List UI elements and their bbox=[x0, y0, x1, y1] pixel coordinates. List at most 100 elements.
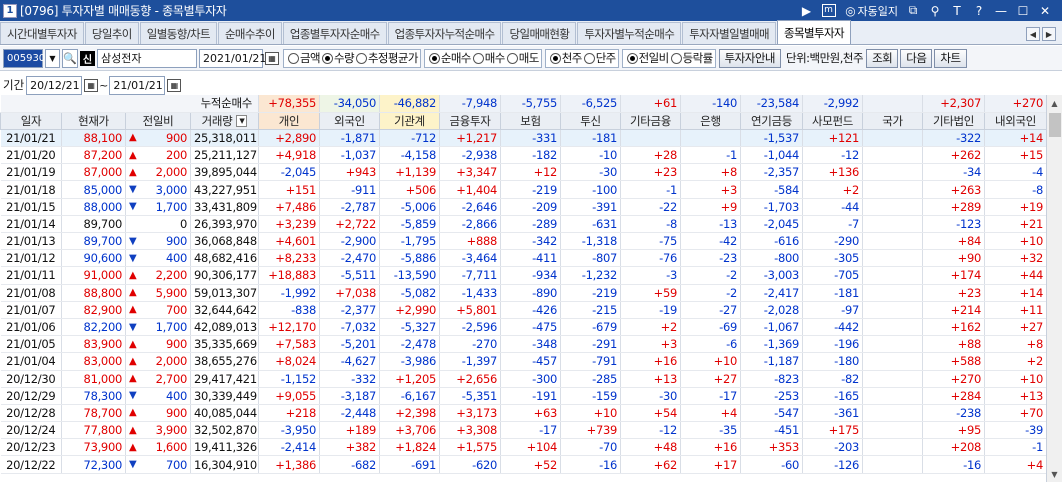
tab-2[interactable]: 당일추이 bbox=[84, 22, 139, 44]
radio-circle-icon bbox=[670, 52, 682, 64]
table-row[interactable]: 21/01/07 82,900 ▲ 700 32,644,642 -838 -2,377 +2… bbox=[0, 301, 1048, 319]
next-button[interactable]: 다음 bbox=[900, 48, 933, 68]
radio-radio3-1[interactable]: 단주 bbox=[582, 50, 616, 66]
tab-1[interactable]: 시간대별투자자 bbox=[0, 22, 84, 44]
table-row[interactable]: 21/01/12 90,600 ▼ 400 48,682,416 +8,233 -2,470… bbox=[0, 249, 1048, 268]
table-row[interactable]: 20/12/22 72,300 ▼ 700 16,304,910 +1,386 -682 -6… bbox=[0, 455, 1048, 474]
table-row[interactable]: 20/12/29 78,300 ▼ 400 30,339,449 +9,055 -3,187… bbox=[0, 387, 1048, 405]
investor-value-cell bbox=[862, 438, 924, 457]
font-size-icon[interactable]: T bbox=[950, 4, 964, 18]
table-row[interactable]: 21/01/13 89,700 ▼ 900 36,068,848 +4,601 -2,900… bbox=[0, 232, 1048, 251]
column-header[interactable]: 기타법인 bbox=[922, 111, 986, 130]
tab-10[interactable]: 종목별투자자 bbox=[777, 20, 851, 44]
column-header[interactable]: 현재가 bbox=[61, 111, 126, 130]
table-row[interactable]: 21/01/15 88,000 ▼ 1,700 33,431,809 +7,486 -2,7… bbox=[0, 198, 1048, 216]
table-row[interactable]: 21/01/08 88,800 ▲ 5,900 59,013,307 -1,992 +7,0… bbox=[0, 284, 1048, 302]
investor-value-cell: -457 bbox=[500, 352, 562, 371]
investor-value-cell: -475 bbox=[500, 318, 562, 337]
investor-guide-button[interactable]: 투자자안내 bbox=[718, 48, 781, 68]
date-input[interactable]: 2021/01/21 bbox=[199, 48, 266, 68]
chart-button[interactable]: 차트 bbox=[934, 48, 967, 68]
column-header[interactable]: 개인 bbox=[258, 111, 321, 130]
column-header[interactable]: 투신 bbox=[560, 111, 622, 130]
price-cell: 91,000 bbox=[61, 266, 126, 285]
column-header[interactable]: 금융투자 bbox=[439, 111, 502, 130]
help-icon[interactable]: ? bbox=[972, 4, 986, 18]
stock-name-field[interactable]: 삼성전자 bbox=[97, 48, 197, 68]
table-row[interactable]: 20/12/24 77,800 ▲ 3,900 32,502,870 -3,950 +189… bbox=[0, 421, 1048, 440]
table-row[interactable]: 20/12/23 73,900 ▲ 1,600 19,411,326 -2,414 +382… bbox=[0, 438, 1048, 457]
investor-value-cell: -2,938 bbox=[439, 146, 502, 165]
radio-radio2-2[interactable]: 매도 bbox=[505, 50, 539, 66]
to-calendar-icon[interactable]: ▦ bbox=[167, 78, 182, 92]
tab-6[interactable]: 업종투자자누적순매수 bbox=[387, 22, 502, 44]
column-header[interactable]: 사모펀드 bbox=[802, 111, 864, 130]
investor-value-cell: +88 bbox=[922, 335, 986, 354]
table-row[interactable]: 21/01/05 83,900 ▲ 900 35,335,669 +7,583 -5,201… bbox=[0, 335, 1048, 354]
column-header[interactable]: 외국인 bbox=[319, 111, 381, 130]
scroll-down-icon[interactable]: ▼ bbox=[1047, 466, 1062, 482]
radio-radio4-0[interactable]: 전일비 bbox=[625, 50, 669, 66]
column-header[interactable]: 기타금융 bbox=[620, 111, 682, 130]
table-row[interactable]: 21/01/14 89,700 0 26,393,970 +3,239 +2,722 -5,… bbox=[0, 215, 1048, 234]
volume-cell: 26,393,970 bbox=[190, 215, 260, 234]
scroll-thumb[interactable] bbox=[1049, 113, 1061, 137]
arrow-right-icon[interactable]: ▶ bbox=[800, 4, 814, 18]
column-header[interactable]: 국가 bbox=[862, 111, 924, 130]
column-header[interactable]: 거래량 ▼ bbox=[189, 111, 260, 130]
tab-8[interactable]: 투자자별누적순매수 bbox=[577, 22, 682, 44]
column-header[interactable]: 은행 bbox=[680, 111, 742, 130]
table-row[interactable]: 21/01/20 87,200 ▲ 200 25,211,127 +4,918 -1,037… bbox=[0, 146, 1048, 165]
table-row[interactable]: 21/01/21 88,100 ▲ 900 25,318,011 +2,890 -1,871… bbox=[0, 129, 1048, 148]
radio-radio2-1[interactable]: 매수 bbox=[471, 50, 505, 66]
radio-radio4-1[interactable]: 등락률 bbox=[669, 50, 713, 66]
column-header[interactable]: 일자 bbox=[0, 111, 62, 130]
investor-value-cell: -180 bbox=[802, 352, 864, 371]
table-row[interactable]: 20/12/28 78,700 ▲ 900 40,085,044 +218 -2,448 +2… bbox=[0, 404, 1048, 423]
radio-radio3-0[interactable]: 천주 bbox=[548, 50, 582, 66]
minimize-icon[interactable]: — bbox=[994, 4, 1008, 18]
column-header[interactable]: 보험 bbox=[500, 111, 562, 130]
tab-5[interactable]: 업종별투자자순매수 bbox=[282, 22, 387, 44]
table-row[interactable]: 20/12/30 81,000 ▲ 2,700 29,417,421 -1,152 -332… bbox=[0, 370, 1048, 388]
stock-code-input[interactable]: 005930 bbox=[3, 48, 45, 68]
tab-7[interactable]: 당일매매현황 bbox=[502, 22, 577, 44]
table-row[interactable]: 21/01/11 91,000 ▲ 2,200 90,306,177 +18,883 -5,… bbox=[0, 266, 1048, 285]
investor-value-cell: -165 bbox=[802, 387, 864, 405]
period-to-input[interactable]: 21/01/21 bbox=[109, 75, 166, 95]
maximize-icon[interactable]: ☐ bbox=[1016, 4, 1030, 18]
radio-radio1-0[interactable]: 금액 bbox=[286, 50, 321, 66]
scroll-up-icon[interactable]: ▲ bbox=[1047, 95, 1062, 111]
table-row[interactable]: 21/01/04 83,000 ▲ 2,000 38,655,276 +8,024 -4,6… bbox=[0, 352, 1048, 371]
copy-icon[interactable]: ⧉ bbox=[906, 3, 920, 18]
calendar-icon[interactable]: ▦ bbox=[265, 51, 279, 65]
search-icon[interactable]: 🔍 bbox=[62, 48, 78, 68]
volume-cell: 42,089,013 bbox=[190, 318, 260, 337]
column-header[interactable]: 전일비 bbox=[125, 111, 191, 130]
search-button[interactable]: 조회 bbox=[866, 48, 899, 68]
pin-icon[interactable]: ⚲ bbox=[928, 4, 942, 18]
investor-value-cell: -934 bbox=[500, 266, 562, 285]
tab-4[interactable]: 순매수추이 bbox=[217, 22, 282, 44]
sort-dropdown-icon[interactable]: ▼ bbox=[236, 115, 248, 128]
table-row[interactable]: 21/01/18 85,000 ▼ 3,000 43,227,951 +151 -911 +5… bbox=[0, 180, 1048, 199]
column-header[interactable]: 기관계 bbox=[379, 111, 441, 130]
tab-3[interactable]: 일별동향/차트 bbox=[139, 22, 217, 44]
column-header[interactable]: 내외국인 bbox=[984, 111, 1048, 130]
m-icon[interactable]: m bbox=[821, 4, 836, 17]
period-from-input[interactable]: 20/12/21 bbox=[26, 75, 83, 95]
tab-next-icon[interactable]: ▶ bbox=[1042, 27, 1056, 41]
column-header[interactable]: 연기금등 bbox=[740, 111, 804, 130]
tab-9[interactable]: 투자자별일별매매 bbox=[682, 22, 777, 44]
vertical-scrollbar[interactable]: ▲ ▼ bbox=[1046, 95, 1062, 482]
table-row[interactable]: 21/01/06 82,200 ▼ 1,700 42,089,013 +12,170 -7,… bbox=[0, 318, 1048, 337]
radio-radio2-0[interactable]: 순매수 bbox=[427, 50, 471, 66]
tab-prev-icon[interactable]: ◀ bbox=[1026, 27, 1040, 41]
close-icon[interactable]: ✕ bbox=[1038, 4, 1052, 18]
from-calendar-icon[interactable]: ▦ bbox=[84, 78, 99, 92]
radio-radio1-1[interactable]: 수량 bbox=[320, 50, 355, 66]
auto-journal-button[interactable]: ◎ 자동일지 bbox=[844, 3, 898, 19]
radio-radio1-2[interactable]: 추정평균가 bbox=[354, 50, 418, 66]
code-dropdown-icon[interactable]: ▼ bbox=[45, 48, 60, 68]
table-row[interactable]: 21/01/19 87,000 ▲ 2,000 39,895,044 -2,045 +943… bbox=[0, 163, 1048, 182]
